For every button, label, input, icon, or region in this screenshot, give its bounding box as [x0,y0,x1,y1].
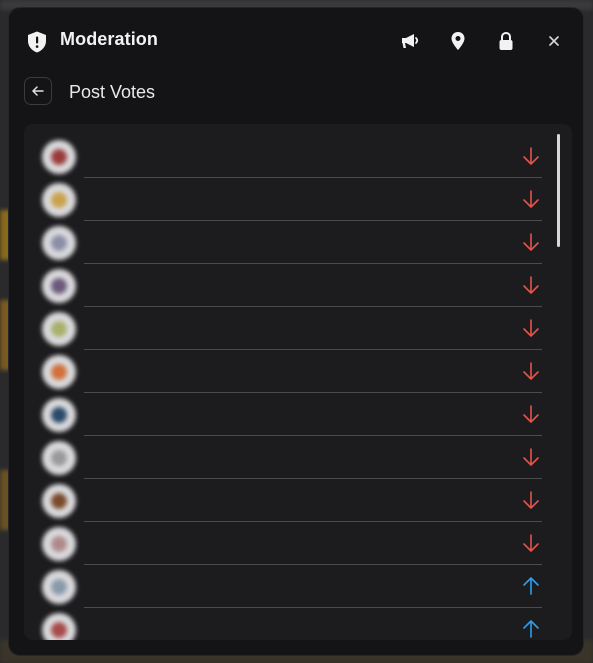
arrow-down-icon [523,319,539,337]
location-button[interactable] [444,28,472,54]
arrow-left-icon [32,86,44,96]
subheader: Post Votes [9,76,583,112]
voter-name [84,363,404,379]
lock-button[interactable] [492,28,520,54]
close-button[interactable] [540,28,568,54]
voter-name [84,148,404,164]
avatar [42,570,76,604]
voter-name [84,621,404,637]
arrow-down-icon [523,276,539,294]
avatar [42,183,76,217]
avatar [42,527,76,561]
voter-name [84,191,404,207]
moderation-modal: Moderation Post Votes [8,7,584,656]
lock-icon [499,31,513,50]
avatar [42,441,76,475]
vote-row[interactable] [24,522,572,565]
vote-row[interactable] [24,393,572,436]
vote-row[interactable] [24,178,572,221]
voter-name [84,234,404,250]
avatar [42,355,76,389]
voter-name [84,535,404,551]
shield-icon [28,31,46,53]
avatar [42,312,76,346]
avatar [42,140,76,174]
modal-header: Moderation [9,8,583,72]
voter-name [84,406,404,422]
modal-title: Moderation [60,29,158,49]
avatar [42,398,76,432]
arrow-down-icon [523,233,539,251]
post-votes-title: Post Votes [69,82,156,102]
arrow-down-icon [523,534,539,552]
vote-row[interactable] [24,307,572,350]
avatar [42,269,76,303]
arrow-down-icon [523,190,539,208]
vote-row[interactable] [24,436,572,479]
vote-row[interactable] [24,264,572,307]
close-icon [549,36,559,46]
vote-row[interactable] [24,565,572,608]
vote-row[interactable] [24,350,572,393]
vote-row[interactable] [24,135,572,178]
avatar [42,484,76,518]
arrow-up-icon [523,620,539,638]
megaphone-icon [402,34,419,48]
voter-name [84,277,404,293]
vote-row[interactable] [24,479,572,522]
voter-name [84,449,404,465]
arrow-down-icon [523,405,539,423]
arrow-down-icon [523,147,539,165]
location-pin-icon [451,32,465,50]
arrow-up-icon [523,577,539,595]
avatar [42,613,76,640]
announce-button[interactable] [396,28,424,54]
arrow-down-icon [523,491,539,509]
back-button[interactable] [24,77,52,105]
vote-list[interactable] [24,124,572,640]
avatar [42,226,76,260]
vote-row[interactable] [24,221,572,264]
voter-name [84,320,404,336]
vote-row[interactable] [24,608,572,640]
voter-name [84,578,404,594]
arrow-down-icon [523,362,539,380]
arrow-down-icon [523,448,539,466]
voter-name [84,492,404,508]
